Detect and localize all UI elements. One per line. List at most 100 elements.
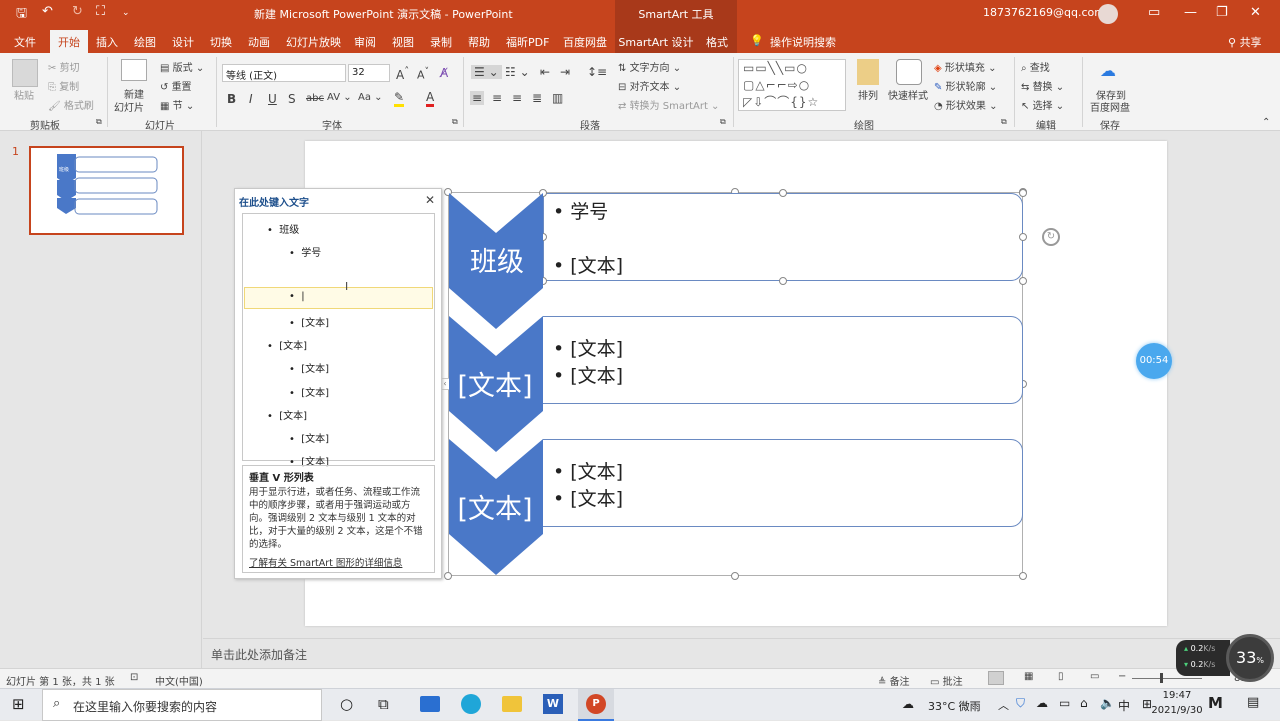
edge-icon[interactable]: [461, 694, 481, 714]
zoom-slider-thumb[interactable]: [1160, 673, 1163, 683]
strikethrough-icon[interactable]: abc: [306, 93, 324, 104]
box-handle[interactable]: [779, 189, 787, 197]
box-handle[interactable]: [1019, 189, 1027, 197]
chevron-label-3[interactable]: [文本]: [447, 487, 543, 526]
tab-transitions[interactable]: 切换: [210, 34, 232, 50]
tab-file[interactable]: 文件: [14, 34, 36, 50]
customize-qat-icon[interactable]: ⌄: [122, 8, 130, 18]
zoom-slider[interactable]: [1132, 678, 1202, 679]
font-name-combo[interactable]: 等线 (正文): [222, 64, 346, 82]
box-handle[interactable]: [1019, 233, 1027, 241]
shapes-gallery[interactable]: ▭▭╲╲▭○ ▢△⌐⌐⇨○ ◸⇩⌒⌒{}☆: [738, 59, 846, 111]
clear-formatting-icon[interactable]: A̸: [440, 66, 448, 80]
tab-draw[interactable]: 绘图: [134, 34, 156, 50]
powerpoint-taskbar-button[interactable]: P: [578, 689, 614, 721]
box-1-bullet-2[interactable]: • [文本]: [553, 251, 623, 278]
decrease-font-icon[interactable]: A˅: [417, 66, 429, 82]
save-icon[interactable]: 🖫: [16, 4, 27, 26]
tab-design[interactable]: 设计: [172, 34, 194, 50]
task-view-icon[interactable]: ⧉: [378, 695, 389, 713]
resize-handle[interactable]: [1019, 572, 1027, 580]
windows-start-icon[interactable]: ⊞: [12, 695, 25, 713]
font-launcher-icon[interactable]: ⧉: [452, 117, 458, 127]
copy-button[interactable]: ⎘ 复制: [48, 78, 79, 93]
list-item-active[interactable]: • |: [289, 291, 305, 302]
quick-styles-icon[interactable]: [896, 59, 922, 85]
slide-thumbnail[interactable]: 班级: [29, 146, 184, 235]
notification-icon[interactable]: ▤: [1247, 695, 1259, 710]
box-handle[interactable]: [1019, 277, 1027, 285]
maximize-icon[interactable]: ❐: [1216, 5, 1228, 20]
underline-icon[interactable]: U: [268, 92, 277, 106]
clock-date[interactable]: 2021/9/30: [1140, 705, 1214, 716]
start-from-beginning-icon[interactable]: ⛶: [96, 4, 105, 19]
justify-icon[interactable]: ≣: [532, 91, 542, 105]
share-button[interactable]: ⚲ 共享: [1228, 34, 1262, 50]
slideshow-icon[interactable]: ▭: [1090, 671, 1099, 682]
shape-fill-button[interactable]: ◈ 形状填充 ⌄: [934, 59, 996, 74]
slide-sorter-icon[interactable]: ▦: [1024, 671, 1033, 682]
close-icon[interactable]: ✕: [1250, 5, 1261, 20]
box-handle[interactable]: [779, 277, 787, 285]
security-icon[interactable]: ⛉: [1016, 696, 1025, 711]
save-to-label-2[interactable]: 百度网盘: [1090, 99, 1130, 114]
box-1-bullet-1[interactable]: • 学号: [553, 197, 608, 224]
align-center-icon[interactable]: ≡: [492, 91, 502, 105]
numbering-icon[interactable]: ☷ ⌄: [505, 65, 530, 79]
avatar[interactable]: [1098, 4, 1118, 24]
learn-more-link[interactable]: 了解有关 SmartArt 图形的详细信息: [249, 555, 428, 569]
taskbar-search-input[interactable]: ⌕ 在这里输入你要搜索的内容: [42, 689, 322, 721]
drawing-launcher-icon[interactable]: ⧉: [1001, 117, 1007, 127]
new-slide-label-2[interactable]: 幻灯片: [114, 99, 144, 114]
undo-icon[interactable]: ↶: [42, 4, 53, 19]
tab-view[interactable]: 视图: [392, 34, 414, 50]
minimize-icon[interactable]: —: [1184, 5, 1197, 20]
chevron-label-1[interactable]: 班级: [449, 240, 545, 279]
tab-smartart-design[interactable]: SmartArt 设计: [615, 28, 697, 53]
char-spacing-icon[interactable]: AV ⌄: [327, 92, 352, 103]
account-email[interactable]: 1873762169@qq.com: [983, 6, 1105, 19]
list-item[interactable]: • 班级: [267, 221, 299, 236]
shape-outline-button[interactable]: ✎ 形状轮廓 ⌄: [934, 78, 997, 93]
file-explorer-icon[interactable]: [502, 696, 522, 712]
tab-help[interactable]: 帮助: [468, 34, 490, 50]
network-icon[interactable]: ⌂: [1080, 696, 1088, 710]
paragraph-launcher-icon[interactable]: ⧉: [720, 117, 726, 127]
box-2-bullet-2[interactable]: • [文本]: [553, 361, 623, 388]
layout-button[interactable]: ▤ 版式 ⌄: [160, 59, 204, 74]
smartart-text-pane[interactable]: 在此处键入文字 ✕ • 班级 • 学号 • | • [文本] • [文本] • …: [234, 188, 442, 579]
highlight-icon[interactable]: ✎: [394, 90, 405, 107]
arrange-button[interactable]: 排列: [858, 87, 878, 102]
font-color-icon[interactable]: A: [426, 90, 435, 107]
format-painter-button[interactable]: 🖌 格式刷: [48, 97, 94, 112]
zoom-out-icon[interactable]: −: [1118, 671, 1126, 682]
list-item[interactable]: • [文本]: [289, 384, 329, 399]
new-slide-icon[interactable]: [121, 59, 147, 81]
notes-pane[interactable]: 单击此处添加备注: [203, 638, 1280, 668]
cpu-gauge[interactable]: 33%: [1226, 634, 1274, 682]
list-item[interactable]: • [文本]: [289, 360, 329, 375]
box-3-bullet-1[interactable]: • [文本]: [553, 457, 623, 484]
reading-view-icon[interactable]: ▯: [1058, 671, 1064, 682]
decrease-indent-icon[interactable]: ⇤: [540, 65, 550, 79]
text-pane-list[interactable]: • 班级 • 学号 • | • [文本] • [文本] • [文本] • [文本…: [242, 213, 435, 468]
bold-icon[interactable]: B: [227, 92, 236, 106]
notes-button[interactable]: ≜ 备注: [878, 673, 910, 688]
convert-smartart-button[interactable]: ⇄ 转换为 SmartArt ⌄: [618, 97, 719, 112]
tell-me-search[interactable]: 操作说明搜索: [770, 34, 836, 50]
tab-home[interactable]: 开始: [50, 30, 88, 53]
tray-expand-icon[interactable]: ︿: [998, 697, 1009, 713]
change-case-icon[interactable]: Aa ⌄: [358, 92, 383, 103]
clock-time[interactable]: 19:47: [1152, 690, 1202, 701]
weather-text[interactable]: 33°C 微雨: [928, 698, 981, 714]
battery-icon[interactable]: ▭: [1059, 696, 1070, 710]
accessibility-icon[interactable]: ⊡: [130, 672, 138, 683]
close-icon[interactable]: ✕: [425, 193, 435, 207]
redo-icon[interactable]: ↻: [72, 4, 83, 19]
align-left-icon[interactable]: ≡: [470, 91, 485, 105]
list-item[interactable]: • 学号: [289, 244, 321, 259]
italic-icon[interactable]: I: [249, 92, 253, 106]
cut-button[interactable]: ✂ 剪切: [48, 59, 80, 74]
increase-indent-icon[interactable]: ⇥: [560, 65, 570, 79]
list-item[interactable]: • [文本]: [267, 407, 307, 422]
